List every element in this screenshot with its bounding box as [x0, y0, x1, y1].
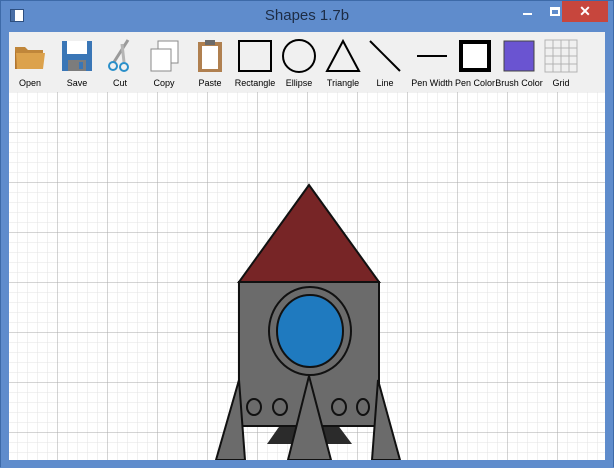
- triangle-tool-button[interactable]: Triangle: [324, 32, 362, 92]
- minimize-button[interactable]: [514, 1, 541, 22]
- rectangle-icon: [236, 38, 274, 74]
- grid-label: Grid: [552, 78, 570, 88]
- save-label: Save: [66, 78, 88, 88]
- line-icon: [366, 38, 404, 74]
- save-disk-icon: [60, 38, 94, 74]
- pen-color-button[interactable]: Pen Color: [455, 32, 495, 92]
- grid-toggle-button[interactable]: Grid: [544, 32, 578, 92]
- ellipse-label: Ellipse: [285, 78, 313, 88]
- rocket-window-glass[interactable]: [276, 294, 344, 368]
- pen-color-icon: [457, 38, 493, 74]
- brush-color-button[interactable]: Brush Color: [495, 32, 543, 92]
- rectangle-label: Rectangle: [234, 78, 276, 88]
- line-tool-button[interactable]: Line: [366, 32, 404, 92]
- brush-color-icon: [501, 38, 537, 74]
- title-bar[interactable]: Shapes 1.7b ✕: [1, 1, 613, 31]
- scissors-icon: [105, 38, 135, 74]
- minimize-icon: [523, 13, 532, 15]
- open-folder-icon: [13, 38, 47, 74]
- ellipse-icon: [280, 38, 318, 74]
- grid-icon: [544, 38, 578, 74]
- close-button[interactable]: ✕: [562, 1, 608, 22]
- copy-icon: [147, 38, 181, 74]
- paste-clipboard-icon: [193, 38, 227, 74]
- rectangle-tool-button[interactable]: Rectangle: [235, 32, 275, 92]
- rocket-porthole[interactable]: [356, 398, 370, 416]
- rocket-porthole[interactable]: [272, 398, 288, 416]
- save-button[interactable]: Save: [60, 32, 94, 92]
- cut-label: Cut: [112, 78, 127, 88]
- pen-width-button[interactable]: Pen Width: [411, 32, 453, 92]
- paste-label: Paste: [198, 78, 222, 88]
- copy-button[interactable]: Copy: [147, 32, 181, 92]
- copy-label: Copy: [153, 78, 175, 88]
- brush-color-label: Brush Color: [495, 78, 543, 88]
- drawing-canvas[interactable]: [9, 92, 605, 460]
- triangle-icon: [324, 38, 362, 74]
- open-button[interactable]: Open: [13, 32, 47, 92]
- app-window: Shapes 1.7b ✕ Open Save Cut Copy Paste R…: [0, 0, 614, 468]
- rocket-porthole[interactable]: [246, 398, 262, 416]
- canvas-surface[interactable]: [9, 92, 605, 460]
- pen-color-label: Pen Color: [454, 78, 496, 88]
- line-label: Line: [376, 78, 394, 88]
- maximize-icon: [550, 7, 560, 16]
- cut-button[interactable]: Cut: [105, 32, 135, 92]
- pen-width-icon: [414, 38, 450, 74]
- rocket-porthole[interactable]: [331, 398, 347, 416]
- open-label: Open: [18, 78, 42, 88]
- toolbar: Open Save Cut Copy Paste Rectangle Ellip…: [9, 32, 605, 92]
- paste-button[interactable]: Paste: [193, 32, 227, 92]
- ellipse-tool-button[interactable]: Ellipse: [280, 32, 318, 92]
- close-icon: ✕: [579, 3, 591, 19]
- pen-width-label: Pen Width: [411, 78, 453, 88]
